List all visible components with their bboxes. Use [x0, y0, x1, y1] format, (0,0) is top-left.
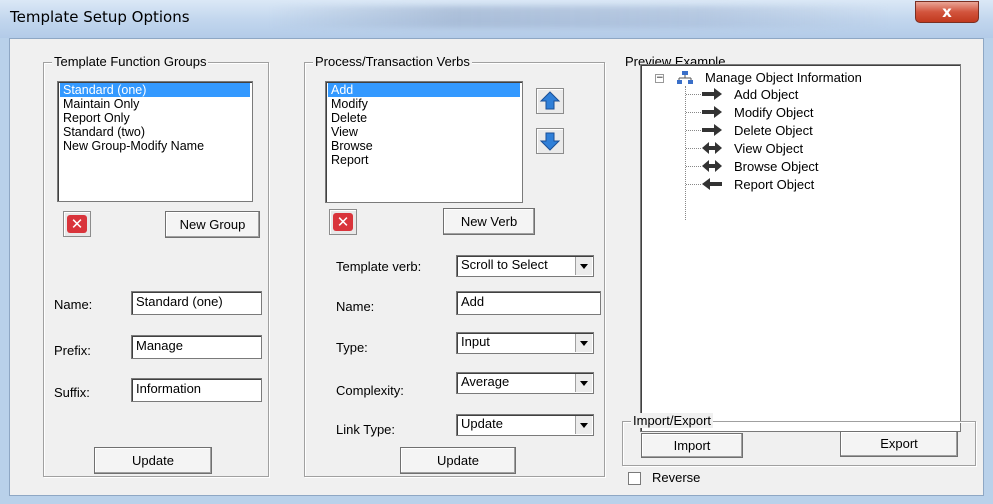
verb-name-field[interactable]: Add	[456, 291, 601, 315]
template-verb-select[interactable]: Scroll to Select	[456, 255, 594, 277]
chevron-down-icon[interactable]	[575, 374, 592, 392]
verbs-groupbox: Process/Transaction Verbs Add Modify Del…	[304, 54, 605, 477]
list-item[interactable]: Modify	[328, 97, 520, 111]
export-button[interactable]: Export	[840, 431, 958, 457]
arrow-both-icon	[702, 160, 722, 172]
template-verb-value: Scroll to Select	[461, 257, 548, 272]
move-down-button[interactable]	[536, 128, 564, 154]
list-item[interactable]: Report	[328, 153, 520, 167]
chevron-down-icon[interactable]	[575, 334, 592, 352]
list-item[interactable]: New Group-Modify Name	[60, 139, 250, 153]
tree-connector	[686, 94, 701, 95]
arrow-left-icon	[702, 178, 722, 190]
preview-tree[interactable]: − Manage Object Information Add Object M…	[640, 64, 961, 432]
list-item[interactable]: Maintain Only	[60, 97, 250, 111]
delete-verb-button[interactable]: ✕	[329, 209, 357, 235]
complexity-value: Average	[461, 374, 510, 389]
tree-item[interactable]: Report Object	[734, 177, 814, 192]
list-item[interactable]: Delete	[328, 111, 520, 125]
new-verb-button[interactable]: New Verb	[443, 208, 535, 235]
tree-connector	[685, 86, 686, 220]
link-type-label: Link Type:	[336, 422, 396, 437]
import-export-legend: Import/Export	[631, 413, 714, 428]
red-x-icon: ✕	[67, 215, 87, 233]
complexity-select[interactable]: Average	[456, 372, 594, 394]
tree-item[interactable]: Browse Object	[734, 159, 819, 174]
window-title: Template Setup Options	[10, 8, 190, 26]
move-up-button[interactable]	[536, 88, 564, 114]
type-label: Type:	[336, 340, 368, 355]
prefix-field[interactable]: Manage	[131, 335, 262, 359]
close-button[interactable]: x	[915, 1, 979, 23]
verbs-list[interactable]: Add Modify Delete View Browse Report	[325, 81, 523, 203]
list-item[interactable]: Add	[328, 83, 520, 97]
list-item[interactable]: Standard (two)	[60, 125, 250, 139]
verb-name-label: Name:	[336, 299, 375, 314]
function-groups-groupbox: Template Function Groups Standard (one) …	[43, 54, 269, 477]
link-type-value: Update	[461, 416, 503, 431]
reverse-label: Reverse	[652, 470, 701, 485]
tree-connector	[686, 184, 701, 185]
tree-item[interactable]: Modify Object	[734, 105, 813, 120]
tree-item[interactable]: Delete Object	[734, 123, 813, 138]
update-verb-button[interactable]: Update	[400, 447, 516, 474]
delete-group-button[interactable]: ✕	[63, 211, 91, 237]
blue-arrow-up-icon	[539, 91, 561, 110]
arrow-both-icon	[702, 142, 722, 154]
link-type-select[interactable]: Update	[456, 414, 594, 436]
tree-root-label[interactable]: Manage Object Information	[705, 70, 862, 85]
update-group-button[interactable]: Update	[94, 447, 212, 474]
dialog-client-area: Template Function Groups Standard (one) …	[9, 38, 984, 496]
import-button[interactable]: Import	[641, 433, 743, 458]
type-value: Input	[461, 334, 490, 349]
suffix-field[interactable]: Information	[131, 378, 262, 402]
suffix-label: Suffix:	[54, 385, 90, 400]
hierarchy-icon	[677, 71, 693, 84]
tree-connector	[686, 148, 701, 149]
tree-connector	[686, 130, 701, 131]
new-group-button[interactable]: New Group	[165, 211, 260, 238]
list-item[interactable]: Report Only	[60, 111, 250, 125]
blue-arrow-down-icon	[539, 132, 561, 151]
import-export-groupbox: Import/Export Import Export	[622, 413, 976, 466]
red-x-icon: ✕	[333, 213, 353, 231]
type-select[interactable]: Input	[456, 332, 594, 354]
reverse-checkbox[interactable]	[628, 472, 641, 485]
list-item[interactable]: View	[328, 125, 520, 139]
list-item[interactable]: Browse	[328, 139, 520, 153]
tree-connector	[686, 166, 701, 167]
list-item[interactable]: Standard (one)	[60, 83, 250, 97]
complexity-label: Complexity:	[336, 383, 404, 398]
group-name-field[interactable]: Standard (one)	[131, 291, 262, 315]
function-groups-legend: Template Function Groups	[52, 54, 209, 69]
tree-connector	[686, 112, 701, 113]
tree-item[interactable]: Add Object	[734, 87, 798, 102]
blurred-background-region	[270, 6, 890, 28]
chevron-down-icon[interactable]	[575, 257, 592, 275]
function-groups-list[interactable]: Standard (one) Maintain Only Report Only…	[57, 81, 253, 202]
chevron-down-icon[interactable]	[575, 416, 592, 434]
arrow-right-icon	[702, 106, 722, 118]
arrow-right-icon	[702, 124, 722, 136]
prefix-label: Prefix:	[54, 343, 91, 358]
title-bar[interactable]: Template Setup Options x	[0, 0, 993, 38]
tree-item[interactable]: View Object	[734, 141, 803, 156]
template-verb-label: Template verb:	[336, 259, 422, 274]
group-name-label: Name:	[54, 297, 93, 312]
dialog-window: Template Setup Options x Template Functi…	[0, 0, 993, 504]
collapse-icon[interactable]: −	[655, 74, 664, 83]
verbs-legend: Process/Transaction Verbs	[313, 54, 472, 69]
arrow-right-icon	[702, 88, 722, 100]
